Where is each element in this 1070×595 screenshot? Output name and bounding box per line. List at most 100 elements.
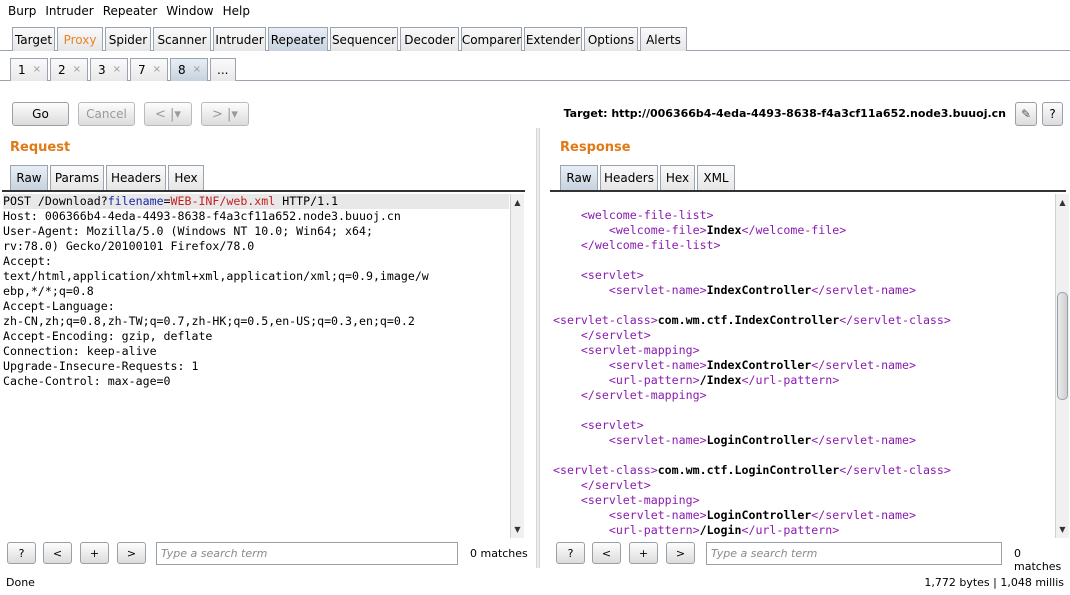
xml-tag: </servlet-name> bbox=[811, 433, 916, 447]
response-search-next-button[interactable]: > bbox=[666, 542, 695, 564]
request-scrollbar[interactable]: ▲ ▼ bbox=[510, 194, 524, 538]
forward-history-button[interactable]: > |▾ bbox=[201, 102, 249, 126]
request-param-name: filename bbox=[107, 194, 164, 208]
scroll-up-icon[interactable]: ▲ bbox=[1056, 196, 1069, 209]
tab-intruder[interactable]: Intruder bbox=[213, 27, 266, 51]
response-editor[interactable]: <welcome-file-list> <welcome-file>Index<… bbox=[553, 208, 1053, 538]
close-icon[interactable]: × bbox=[153, 64, 161, 75]
tab-proxy[interactable]: Proxy bbox=[57, 27, 103, 51]
response-tab-hex[interactable]: Hex bbox=[660, 165, 695, 190]
response-search-options-button[interactable]: + bbox=[629, 542, 658, 564]
response-tab-bar: Raw Headers Hex XML bbox=[560, 165, 1060, 190]
xml-tag: </servlet-name> bbox=[811, 283, 916, 297]
tab-spider[interactable]: Spider bbox=[105, 27, 151, 51]
menu-intruder[interactable]: Intruder bbox=[43, 4, 95, 18]
xml-tag: </welcome-file> bbox=[741, 223, 847, 237]
request-text-line: Accept-Language: bbox=[3, 299, 115, 313]
request-tab-params[interactable]: Params bbox=[50, 165, 104, 190]
request-editor[interactable]: POST /Download?filename=WEB-INF/web.xml … bbox=[3, 194, 509, 538]
xml-tag: </servlet-name> bbox=[811, 358, 916, 372]
scroll-thumb[interactable] bbox=[1057, 292, 1068, 400]
response-tab-raw[interactable]: Raw bbox=[560, 165, 598, 190]
response-search-input[interactable] bbox=[706, 542, 1002, 565]
request-param-value: WEB-INF/web.xml bbox=[170, 194, 276, 208]
tab-target[interactable]: Target bbox=[12, 27, 55, 51]
tab-sequencer[interactable]: Sequencer bbox=[330, 27, 398, 51]
tab-scanner[interactable]: Scanner bbox=[153, 27, 211, 51]
xml-tag: <servlet-mapping> bbox=[580, 343, 700, 357]
tab-options[interactable]: Options bbox=[584, 27, 638, 51]
request-search-help-button[interactable]: ? bbox=[7, 542, 36, 564]
response-search-help-button[interactable]: ? bbox=[556, 542, 585, 564]
xml-value: com.wm.ctf.LoginController bbox=[657, 463, 840, 477]
close-icon[interactable]: × bbox=[113, 64, 121, 75]
target-url: Target: http://006366b4-4eda-4493-8638-f… bbox=[563, 107, 1006, 120]
tab-extender[interactable]: Extender bbox=[524, 27, 582, 51]
close-icon[interactable]: × bbox=[73, 64, 81, 75]
xml-tag: </servlet-name> bbox=[811, 508, 916, 522]
menu-help[interactable]: Help bbox=[221, 4, 252, 18]
main-tab-bar: Target Proxy Spider Scanner Intruder Rep… bbox=[0, 22, 1070, 51]
tab-decoder[interactable]: Decoder bbox=[400, 27, 459, 51]
request-method: POST /Download? bbox=[3, 194, 108, 208]
response-tab-headers[interactable]: Headers bbox=[600, 165, 658, 190]
xml-tag: <welcome-file> bbox=[608, 223, 707, 237]
menu-repeater[interactable]: Repeater bbox=[101, 4, 160, 18]
tab-repeater[interactable]: Repeater bbox=[268, 27, 328, 51]
xml-value: IndexController bbox=[706, 358, 812, 372]
response-pane-border bbox=[550, 190, 1066, 192]
close-icon[interactable]: × bbox=[33, 64, 41, 75]
back-history-button[interactable]: < |▾ bbox=[144, 102, 192, 126]
cancel-button[interactable]: Cancel bbox=[78, 102, 135, 126]
scroll-up-icon[interactable]: ▲ bbox=[511, 196, 524, 209]
tab-comparer[interactable]: Comparer bbox=[461, 27, 522, 51]
response-text-line bbox=[553, 253, 1053, 268]
status-text: Done bbox=[6, 576, 35, 589]
repeater-tab-7[interactable]: 7 × bbox=[130, 58, 168, 81]
request-tab-headers[interactable]: Headers bbox=[106, 165, 166, 190]
request-search-input[interactable] bbox=[156, 542, 458, 565]
request-text-line: rv:78.0) Gecko/20100101 Firefox/78.0 bbox=[3, 239, 255, 253]
edit-target-button[interactable]: ✎ bbox=[1015, 102, 1037, 126]
xml-value: Index bbox=[706, 223, 742, 237]
close-icon[interactable]: × bbox=[193, 64, 201, 75]
xml-value: LoginController bbox=[706, 508, 812, 522]
request-search-prev-button[interactable]: < bbox=[43, 542, 72, 564]
repeater-tab-2[interactable]: 2 × bbox=[50, 58, 88, 81]
response-text-line: <servlet> bbox=[553, 418, 1053, 433]
request-tab-raw[interactable]: Raw bbox=[10, 165, 48, 190]
help-button[interactable]: ? bbox=[1042, 102, 1063, 126]
repeater-tab-new[interactable]: ... bbox=[210, 58, 236, 81]
request-tab-hex[interactable]: Hex bbox=[168, 165, 204, 190]
menu-window[interactable]: Window bbox=[164, 4, 215, 18]
request-search-next-button[interactable]: > bbox=[117, 542, 146, 564]
response-search-prev-button[interactable]: < bbox=[592, 542, 621, 564]
response-scrollbar[interactable]: ▲ ▼ bbox=[1055, 194, 1069, 538]
scroll-down-icon[interactable]: ▼ bbox=[511, 523, 524, 536]
repeater-tab-8[interactable]: 8 × bbox=[170, 58, 208, 81]
status-bar: Done 1,772 bytes | 1,048 millis bbox=[0, 572, 1070, 595]
repeater-tab-1[interactable]: 1 × bbox=[10, 58, 48, 81]
xml-tag: </url-pattern> bbox=[741, 373, 840, 387]
xml-tag: <url-pattern> bbox=[608, 373, 700, 387]
repeater-tab-3[interactable]: 3 × bbox=[90, 58, 128, 81]
request-line: POST /Download?filename=WEB-INF/web.xml … bbox=[3, 194, 509, 209]
response-text-line: <servlet-name>IndexController</servlet-n… bbox=[553, 283, 1053, 298]
request-search-options-button[interactable]: + bbox=[80, 542, 109, 564]
menu-burp[interactable]: Burp bbox=[6, 4, 38, 18]
request-text-line: Connection: keep-alive bbox=[3, 344, 157, 358]
xml-tag: <servlet> bbox=[580, 268, 644, 282]
split-pane-divider[interactable] bbox=[536, 128, 540, 568]
response-tab-xml[interactable]: XML bbox=[697, 165, 735, 190]
response-text-line: </servlet-mapping> bbox=[553, 388, 1053, 403]
go-button[interactable]: Go bbox=[12, 102, 69, 126]
scroll-down-icon[interactable]: ▼ bbox=[1056, 523, 1069, 536]
request-text-line: Host: 006366b4-4eda-4493-8638-f4a3cf11a6… bbox=[3, 209, 401, 223]
tab-alerts[interactable]: Alerts bbox=[640, 27, 687, 51]
